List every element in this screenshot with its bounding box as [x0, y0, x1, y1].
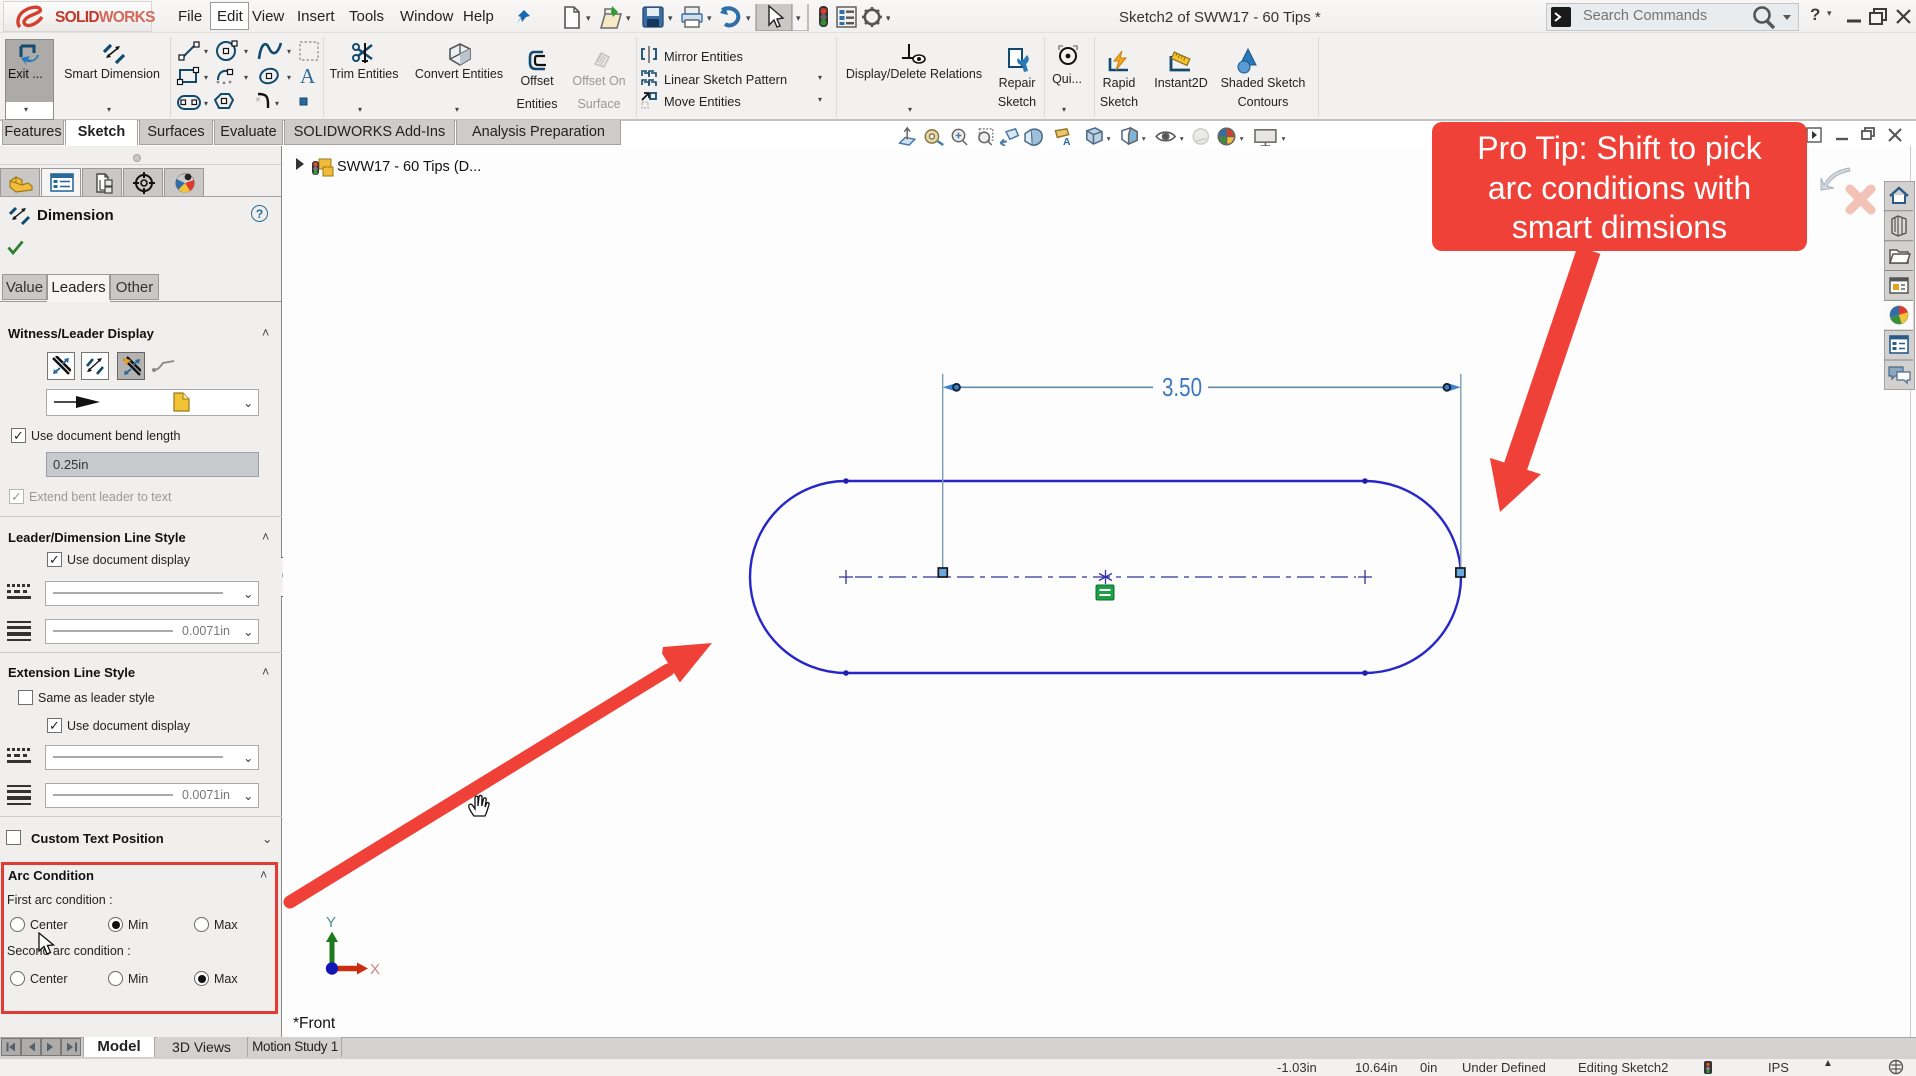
svg-text:▾: ▾: [668, 13, 673, 23]
svg-text:▾: ▾: [1142, 134, 1146, 143]
svg-text:▾: ▾: [626, 13, 631, 23]
svg-text:▾: ▾: [244, 73, 248, 82]
svg-text:A: A: [300, 64, 316, 88]
svg-text:▾: ▾: [1240, 134, 1244, 143]
svg-text:▾: ▾: [1180, 134, 1184, 143]
svg-text:▾: ▾: [204, 99, 208, 108]
svg-text:▾: ▾: [1107, 134, 1111, 143]
svg-text:▾: ▾: [707, 13, 712, 23]
svg-text:✕: ✕: [255, 97, 261, 104]
svg-text:▾: ▾: [796, 13, 801, 23]
svg-text:3.50: 3.50: [1162, 372, 1202, 402]
svg-text:▾: ▾: [1282, 134, 1286, 143]
svg-text:▾: ▾: [586, 13, 591, 23]
svg-text:▾: ▾: [886, 13, 890, 23]
svg-text:Y: Y: [326, 914, 336, 931]
svg-text:▾: ▾: [244, 47, 248, 56]
svg-text:▾: ▾: [204, 47, 208, 56]
svg-text:▾: ▾: [204, 73, 208, 82]
svg-text:X: X: [370, 961, 380, 978]
svg-text:▾: ▾: [287, 47, 291, 56]
svg-text:▾: ▾: [275, 99, 279, 108]
svg-text:▾: ▾: [287, 73, 291, 82]
svg-text:▾: ▾: [746, 13, 751, 23]
